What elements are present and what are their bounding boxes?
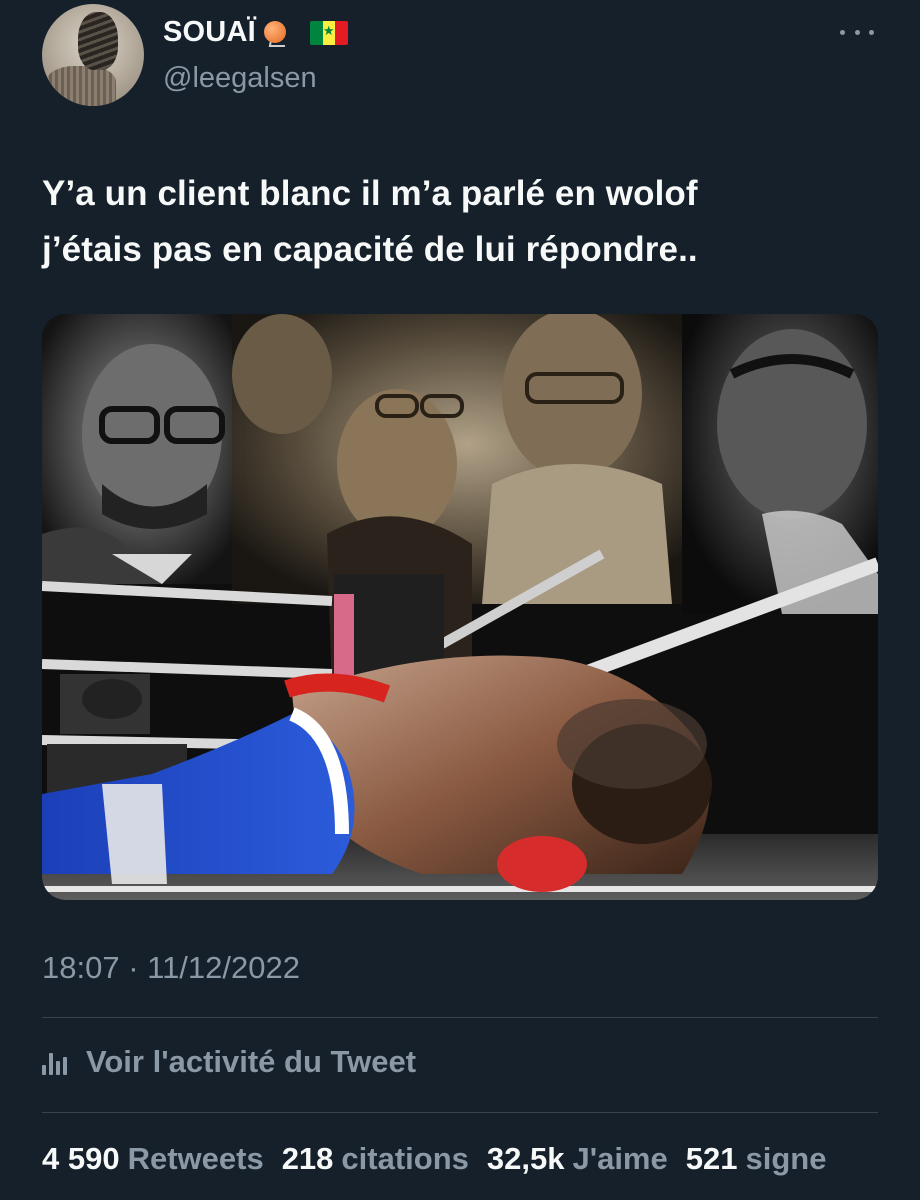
tweet-text-line: Y’a un client blanc il m’a parlé en wolo…: [42, 174, 698, 213]
more-options-button[interactable]: [840, 20, 874, 44]
tweet-detail: SOUAÏ @leegalsen Y’a un client blanc il …: [0, 0, 920, 1200]
view-tweet-activity-link[interactable]: Voir l'activité du Tweet: [42, 1040, 416, 1084]
tweet-text: Y’a un client blanc il m’a parlé en wolo…: [42, 166, 882, 278]
retweets-stat[interactable]: 4 590 Retweets: [42, 1141, 264, 1177]
avatar-head: [78, 12, 118, 70]
likes-stat[interactable]: 32,5k J'aime: [487, 1141, 668, 1177]
divider: [42, 1017, 878, 1018]
tweet-timestamp[interactable]: 18:07 · 11/12/2022: [42, 950, 300, 986]
basketball-icon: [262, 20, 288, 47]
senegal-flag-icon: [309, 20, 348, 45]
tweet-text-line: j’étais pas en capacité de lui répondre.…: [42, 230, 698, 269]
avatar[interactable]: [42, 4, 144, 106]
more-dot-icon: [840, 29, 845, 35]
quotes-label: citations: [341, 1141, 469, 1176]
quotes-count: 218: [281, 1141, 334, 1176]
more-dot-icon: [869, 29, 874, 35]
bookmarks-stat[interactable]: 521 signe: [686, 1141, 827, 1177]
retweets-count: 4 590: [42, 1141, 120, 1176]
author-display-name[interactable]: SOUAÏ: [163, 16, 348, 49]
author-handle[interactable]: @leegalsen: [163, 62, 317, 95]
boxing-meme-image: [42, 314, 878, 900]
display-name-text: SOUAÏ: [163, 16, 256, 48]
analytics-bars-icon: [42, 1049, 70, 1075]
more-dot-icon: [854, 29, 860, 35]
likes-label: J'aime: [572, 1141, 668, 1176]
tweet-stats: 4 590 Retweets 218 citations 32,5k J'aim…: [42, 1134, 844, 1184]
retweets-label: Retweets: [127, 1141, 264, 1176]
bookmarks-label: signe: [745, 1141, 827, 1176]
tweet-media-image[interactable]: [42, 314, 878, 900]
divider: [42, 1112, 878, 1113]
likes-count: 32,5k: [486, 1141, 565, 1176]
activity-label: Voir l'activité du Tweet: [86, 1044, 417, 1079]
bookmarks-count: 521: [685, 1141, 738, 1176]
avatar-shoulder: [46, 66, 116, 106]
quotes-stat[interactable]: 218 citations: [282, 1141, 469, 1177]
